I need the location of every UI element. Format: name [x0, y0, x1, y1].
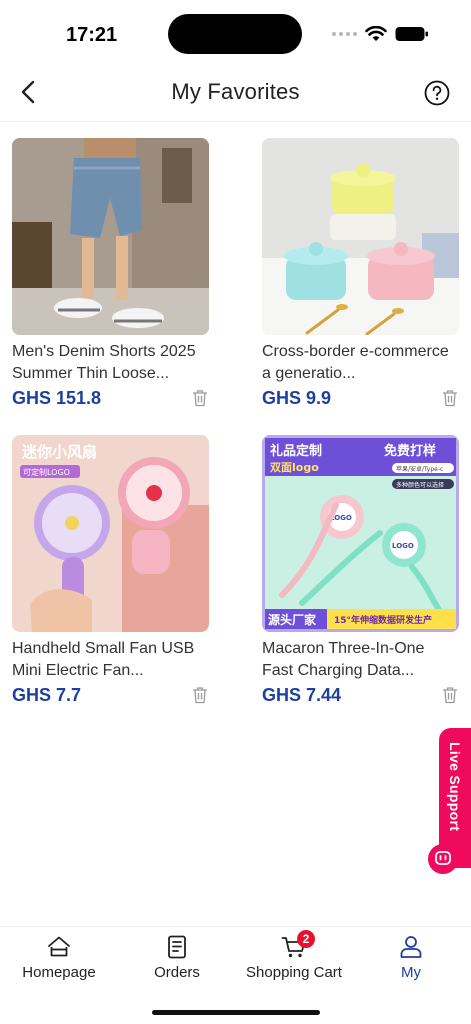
product-price: GHS 9.9	[262, 388, 332, 408]
product-image[interactable]: 迷你小风扇 可定制LOGO	[12, 435, 209, 632]
image-caption: 苹果/安卓/Type-c	[396, 465, 443, 473]
tab-homepage[interactable]: Homepage	[10, 927, 108, 989]
product-name[interactable]: Cross-border e-commerce a generatio...	[262, 341, 458, 385]
trash-icon	[193, 687, 207, 704]
image-caption: 礼品定制	[270, 443, 322, 459]
home-icon	[46, 934, 72, 960]
live-support-label: Live Support	[447, 742, 463, 832]
image-caption: 多种颜色可以选择	[396, 481, 444, 489]
status-bar: 17:21	[0, 0, 471, 64]
chat-icon	[435, 851, 451, 865]
product-card[interactable]: 礼品定制 双面logo 免费打样 苹果/安卓/Type-c 多种颜色可以选择 L…	[262, 435, 460, 706]
product-card[interactable]: Men's Denim Shorts 2025 Summer Thin Loos…	[12, 138, 210, 409]
product-card[interactable]: Cross-border e-commerce a generatio... G…	[262, 138, 460, 409]
tab-label: Shopping Cart	[246, 964, 342, 981]
delete-button[interactable]	[192, 389, 208, 407]
image-caption: 迷你小风扇	[21, 443, 97, 461]
product-image[interactable]	[12, 138, 209, 335]
tab-shopping-cart[interactable]: 2 Shopping Cart	[236, 927, 352, 989]
battery-icon	[395, 27, 428, 41]
question-circle-icon	[424, 80, 450, 106]
image-caption: 双面logo	[270, 461, 319, 474]
cart-count-badge: 2	[297, 930, 315, 948]
delete-button[interactable]	[442, 389, 458, 407]
product-name[interactable]: Macaron Three-In-One Fast Charging Data.…	[262, 638, 458, 682]
orders-icon	[164, 934, 190, 960]
product-image[interactable]: 礼品定制 双面logo 免费打样 苹果/安卓/Type-c 多种颜色可以选择 L…	[262, 435, 459, 632]
status-icons	[332, 24, 429, 44]
trash-icon	[193, 390, 207, 407]
status-time: 17:21	[66, 24, 118, 46]
tab-label: Orders	[154, 964, 200, 981]
signal-icon	[332, 32, 357, 36]
image-caption: LOGO	[392, 542, 414, 550]
product-price: GHS 7.7	[12, 685, 82, 705]
product-name[interactable]: Men's Denim Shorts 2025 Summer Thin Loos…	[12, 341, 208, 385]
product-price: GHS 151.8	[12, 388, 102, 408]
product-name[interactable]: Handheld Small Fan USB Mini Electric Fan…	[12, 638, 208, 682]
wifi-icon	[365, 26, 387, 41]
help-button[interactable]	[424, 80, 450, 106]
image-caption: 免费打样	[384, 443, 436, 459]
trash-icon	[443, 390, 457, 407]
tab-my[interactable]: My	[372, 927, 450, 989]
image-caption: 15°年伸缩数据研发生产	[334, 614, 432, 626]
user-icon	[398, 934, 424, 960]
tab-label: Homepage	[22, 964, 96, 981]
product-card[interactable]: 迷你小风扇 可定制LOGO Handheld Small Fan USB Min…	[12, 435, 210, 706]
bottom-tab-bar: Homepage Orders 2 Shopping Cart My	[0, 926, 471, 988]
home-indicator	[152, 1010, 320, 1015]
tab-orders[interactable]: Orders	[138, 927, 216, 989]
image-caption: 可定制LOGO	[23, 467, 70, 477]
product-price: GHS 7.44	[262, 685, 342, 705]
chat-button[interactable]	[428, 844, 458, 874]
page-title: My Favorites	[171, 79, 300, 104]
header-bar: My Favorites	[0, 64, 471, 122]
product-image[interactable]	[262, 138, 459, 335]
trash-icon	[443, 687, 457, 704]
image-caption: 源头厂家	[268, 612, 317, 627]
cart-icon: 2	[281, 930, 315, 960]
delete-button[interactable]	[192, 686, 208, 704]
dynamic-island	[168, 14, 302, 54]
delete-button[interactable]	[442, 686, 458, 704]
tab-label: My	[401, 964, 421, 981]
